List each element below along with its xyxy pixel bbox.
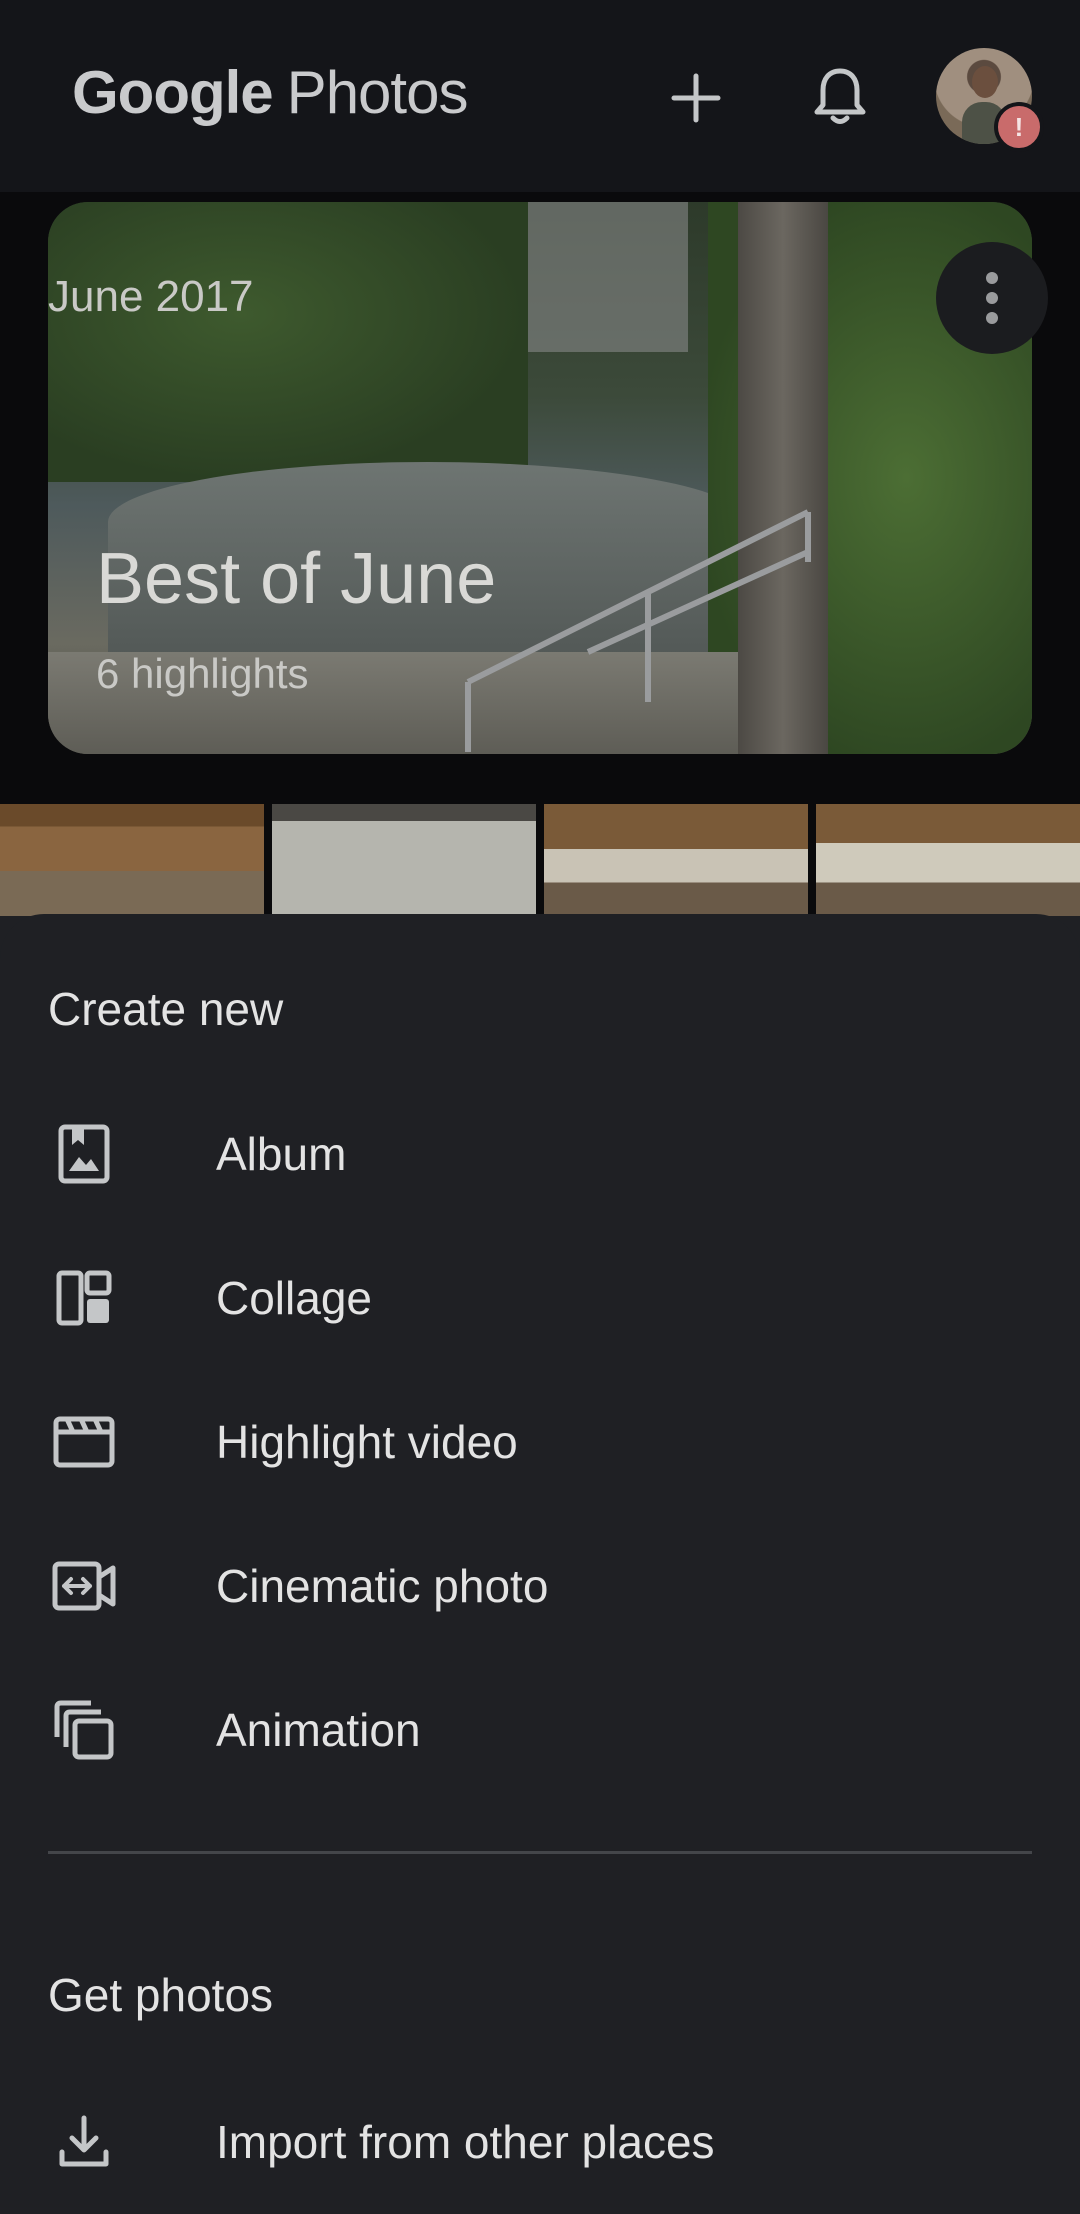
create-new-heading: Create new (48, 983, 284, 1035)
animation-icon (48, 1694, 120, 1766)
logo-photos: Photos (286, 59, 469, 126)
app-logo: Google Photos (72, 58, 469, 127)
album-icon (48, 1118, 120, 1190)
app-bar: Google Photos ! (0, 0, 1080, 192)
menu-item-collage[interactable]: Collage (0, 1226, 1080, 1370)
memory-subtitle: 6 highlights (96, 650, 309, 697)
memory-title: Best of June (96, 539, 497, 619)
memory-more-button[interactable] (936, 242, 1048, 354)
menu-item-label: Highlight video (216, 1416, 518, 1468)
cinematic-photo-icon (48, 1550, 120, 1622)
more-vert-icon (986, 272, 998, 324)
menu-item-cinematic-photo[interactable]: Cinematic photo (0, 1514, 1080, 1658)
plus-icon (671, 73, 721, 123)
download-icon (48, 2106, 120, 2178)
menu-item-label: Cinematic photo (216, 1560, 549, 1612)
photo-thumbnail[interactable] (0, 804, 264, 916)
menu-item-animation[interactable]: Animation (0, 1658, 1080, 1802)
alert-badge-icon: ! (994, 102, 1044, 152)
section-divider (48, 1851, 1032, 1854)
menu-item-label: Collage (216, 1272, 372, 1324)
add-button[interactable] (658, 60, 734, 136)
photo-thumbnail[interactable] (544, 804, 808, 916)
photo-grid-row (0, 804, 1080, 916)
menu-item-highlight-video[interactable]: Highlight video (0, 1370, 1080, 1514)
menu-item-label: Album (216, 1128, 347, 1180)
photo-thumbnail[interactable] (816, 804, 1080, 916)
get-photos-heading: Get photos (48, 1969, 274, 2021)
collage-icon (48, 1262, 120, 1334)
logo-google: Google (72, 59, 274, 126)
highlight-video-icon (48, 1406, 120, 1478)
menu-item-label: Animation (216, 1704, 421, 1756)
bell-icon (814, 68, 866, 124)
menu-item-import[interactable]: Import from other places (0, 2070, 1080, 2214)
memory-date: June 2017 (48, 272, 254, 321)
menu-item-album[interactable]: Album (0, 1082, 1080, 1226)
menu-item-label: Import from other places (216, 2116, 715, 2168)
notifications-button[interactable] (802, 58, 878, 134)
photo-thumbnail[interactable] (272, 804, 536, 916)
